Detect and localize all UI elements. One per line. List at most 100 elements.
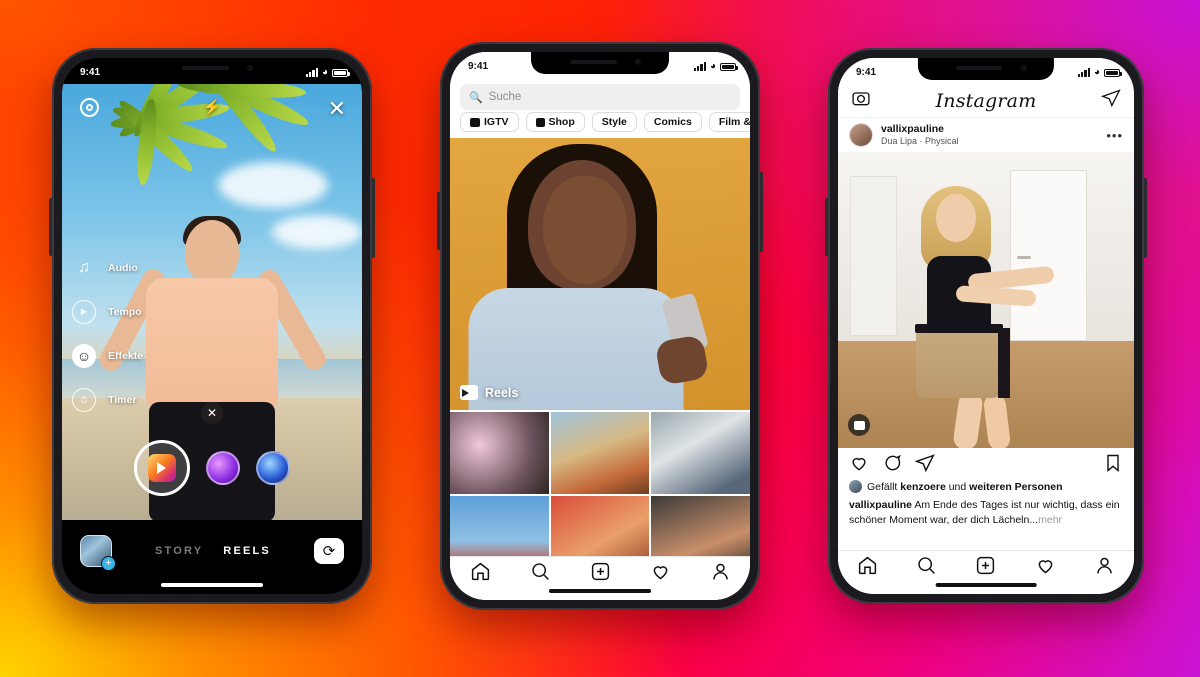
mode-tab-story[interactable]: STORY — [155, 545, 203, 557]
tab-home[interactable] — [470, 561, 491, 587]
close-icon[interactable]: ✕ — [328, 98, 346, 120]
status-indicators: ◕ — [305, 67, 350, 78]
likes-others[interactable]: weiteren Personen — [969, 481, 1062, 493]
shop-bag-icon — [535, 117, 545, 127]
tab-activity[interactable] — [1035, 555, 1056, 581]
shutter-controls — [62, 440, 362, 496]
share-icon[interactable] — [914, 453, 935, 478]
like-icon[interactable] — [849, 453, 869, 478]
likes-user[interactable]: kenzoere — [900, 481, 946, 493]
chip-igtv[interactable]: IGTV — [460, 112, 519, 132]
tool-label-effekte: Effekte — [108, 350, 144, 362]
tool-tempo[interactable]: ▶ Tempo — [72, 300, 143, 324]
tool-audio[interactable]: ♫ Audio — [72, 256, 143, 280]
caption-more-link[interactable]: mehr — [1038, 514, 1062, 526]
speed-tempo-icon: ▶ — [72, 300, 96, 324]
clear-effect-button[interactable]: ✕ — [201, 402, 223, 424]
battery-icon — [1104, 68, 1122, 77]
flip-camera-icon[interactable]: ⟳ — [313, 538, 344, 564]
likes-text[interactable]: Gefällt kenzoere und weiteren Personen — [867, 481, 1063, 493]
reels-tag-label: Reels — [485, 385, 519, 400]
cellular-signal-icon — [1077, 68, 1090, 77]
post-music: Dua Lipa · Physical — [881, 135, 959, 146]
door-left — [849, 175, 898, 336]
post-author-block: vallixpauline Dua Lipa · Physical — [881, 123, 959, 147]
earpiece-speaker — [569, 60, 617, 64]
caption-username[interactable]: vallixpauline — [849, 499, 912, 511]
screen-feed: 9:41 ◕ Instagram vallixpauline Dua Lipa … — [838, 58, 1134, 594]
tab-home[interactable] — [857, 555, 878, 581]
post-media[interactable] — [838, 152, 1134, 448]
grid-item[interactable] — [450, 412, 549, 494]
earpiece-speaker — [181, 66, 229, 70]
grid-item[interactable] — [651, 496, 750, 556]
chip-shop[interactable]: Shop — [525, 112, 585, 132]
tool-effekte[interactable]: ☺ Effekte — [72, 344, 143, 368]
status-time: 9:41 — [856, 67, 877, 78]
grid-item[interactable] — [651, 412, 750, 494]
face — [543, 176, 627, 284]
notch — [143, 58, 281, 80]
reels-shutter-button[interactable] — [134, 440, 190, 496]
bottom-tab-bar — [838, 550, 1134, 594]
search-input[interactable]: 🔍 Suche — [460, 84, 740, 110]
grid-item[interactable] — [550, 412, 650, 494]
flash-icon[interactable]: ⚡ — [203, 98, 222, 116]
grid-item[interactable] — [550, 496, 650, 556]
tool-timer[interactable]: ⏱ Timer — [72, 388, 143, 412]
front-camera-dot — [247, 65, 254, 71]
tab-search[interactable] — [916, 555, 937, 581]
status-indicators: ◕ — [1077, 67, 1122, 78]
save-bookmark-icon[interactable] — [1103, 453, 1123, 478]
notch — [531, 52, 669, 74]
chip-style[interactable]: Style — [591, 112, 637, 132]
head — [185, 220, 239, 284]
bottom-tab-bar — [450, 556, 750, 600]
timer-clock-icon: ⏱ — [72, 388, 96, 412]
comment-icon[interactable] — [882, 453, 902, 478]
camera-icon[interactable] — [851, 88, 871, 113]
home-indicator — [549, 589, 651, 593]
skirt — [916, 326, 1003, 398]
paper-plane-icon[interactable] — [1100, 88, 1121, 113]
head — [936, 194, 977, 242]
effect-blue-thumb[interactable] — [256, 451, 290, 485]
post-more-options-icon[interactable]: ••• — [1106, 128, 1123, 143]
tab-profile[interactable] — [1094, 555, 1115, 581]
wifi-icon: ◕ — [321, 67, 328, 78]
door-right — [1009, 169, 1087, 342]
screen-camera: 9:41 ◕ ⚡ ✕ ♫ Audio ▶ Tempo ☺ Effekte ⏱ T… — [62, 58, 362, 594]
post-username[interactable]: vallixpauline — [881, 123, 959, 136]
grid-item[interactable] — [450, 496, 549, 556]
front-camera-dot — [1020, 65, 1027, 71]
cellular-signal-icon — [305, 68, 318, 77]
category-chips: IGTV Shop Style Comics Film & Fern — [450, 110, 750, 138]
likes-row: Gefällt kenzoere und weiteren Personen — [838, 480, 1134, 493]
earpiece-speaker — [956, 66, 1003, 70]
avatar[interactable] — [849, 123, 873, 147]
chip-film-fernsehen[interactable]: Film & Fern — [708, 112, 750, 132]
tab-activity[interactable] — [650, 561, 671, 587]
music-note-icon: ♫ — [78, 259, 90, 276]
tool-label-tempo: Tempo — [108, 306, 142, 318]
post-caption: vallixpauline Am Ende des Tages ist nur … — [838, 498, 1134, 528]
tab-search[interactable] — [530, 561, 551, 587]
search-bar-container: 🔍 Suche — [450, 78, 750, 114]
chip-comics[interactable]: Comics — [643, 112, 702, 132]
gallery-thumbnail-button[interactable]: + — [80, 535, 116, 571]
tab-create[interactable] — [590, 561, 611, 587]
effect-purple-thumb[interactable] — [206, 451, 240, 485]
featured-reel-card[interactable]: Reels — [450, 138, 750, 410]
battery-icon — [720, 62, 738, 71]
tool-label-timer: Timer — [108, 394, 137, 406]
tab-create[interactable] — [975, 555, 996, 581]
settings-gear-icon[interactable] — [80, 98, 99, 117]
camera-tools-menu: ♫ Audio ▶ Tempo ☺ Effekte ⏱ Timer — [72, 256, 143, 412]
search-placeholder: Suche — [488, 91, 522, 103]
mode-tab-reels[interactable]: REELS — [223, 545, 271, 557]
cellular-signal-icon — [693, 62, 706, 71]
home-indicator — [161, 583, 263, 587]
phone-right-feed: 9:41 ◕ Instagram vallixpauline Dua Lipa … — [825, 48, 1147, 604]
reels-badge-icon — [848, 414, 870, 436]
tab-profile[interactable] — [710, 561, 731, 587]
